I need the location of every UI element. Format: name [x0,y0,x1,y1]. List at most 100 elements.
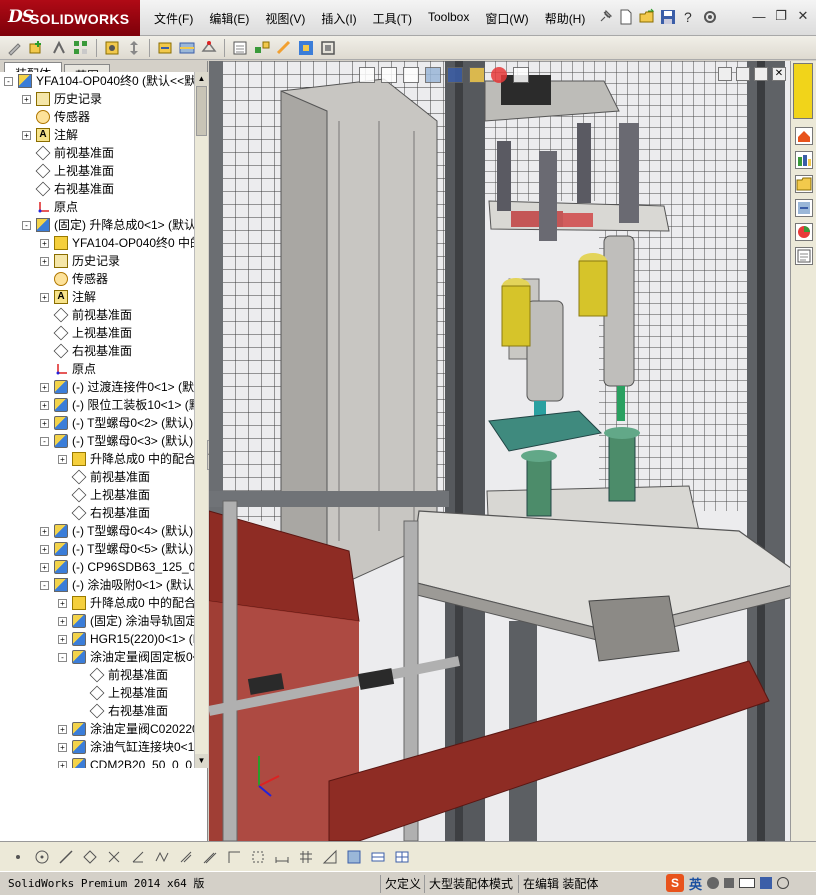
collapse-node-icon[interactable]: - [22,221,31,230]
sogou-ime-logo[interactable]: S [666,874,684,892]
scroll-thumb[interactable] [196,86,207,136]
expand-node-icon[interactable]: + [22,95,31,104]
edit-component-icon[interactable] [6,39,24,57]
polygon-filter-icon[interactable] [82,849,98,865]
bill-of-materials-icon[interactable] [231,39,249,57]
expand-node-icon[interactable]: + [40,419,49,428]
new-document-icon[interactable] [617,8,635,26]
previous-view-icon[interactable] [403,67,419,83]
tree-row[interactable]: - YFA104-OP040终0 (默认<<默认 [0,72,194,90]
expand-node-icon[interactable]: + [58,761,67,768]
tree-row[interactable]: - (-) T型螺母0<3> (默认) [0,432,194,450]
view-orientation-icon[interactable] [447,67,463,83]
restore-icon[interactable]: ❐ [772,7,790,25]
ime-skin-icon[interactable] [760,877,773,889]
explode-line-sketch-icon[interactable] [275,39,293,57]
line-filter-icon[interactable] [58,849,74,865]
scroll-up-arrow-icon[interactable]: ▲ [195,72,208,86]
smart-fasteners-icon[interactable] [103,39,121,57]
vertex-filter-icon[interactable] [178,849,194,865]
tree-row[interactable]: 上视基准面 [0,162,194,180]
tree-row[interactable]: 右视基准面 [0,504,194,522]
tree-row[interactable]: - (-) 涂油吸附0<1> (默认 [0,576,194,594]
viewport-close-icon[interactable]: ✕ [772,67,786,81]
angle-filter-icon[interactable] [130,849,146,865]
tree-row[interactable]: + YFA104-OP040终0 中的配 [0,234,194,252]
clearance-verification-icon[interactable] [319,39,337,57]
menu-tools[interactable]: 工具(T) [365,10,420,27]
task-pane-yellow-tab[interactable] [793,63,813,119]
ime-keyboard-icon[interactable] [739,878,756,888]
tree-row[interactable]: + A 注解 [0,126,194,144]
help-icon[interactable]: ? [680,8,698,26]
component-pattern-icon[interactable] [72,39,90,57]
bounding-box-filter-icon[interactable] [250,849,266,865]
tree-row[interactable]: + (-) T型螺母0<2> (默认) [0,414,194,432]
expand-node-icon[interactable]: + [40,401,49,410]
minimize-icon[interactable]: — [750,7,768,25]
tree-row[interactable]: + A 注解 [0,288,194,306]
tree-row[interactable]: + (固定) 涂油导轨固定 [0,612,194,630]
expand-node-icon[interactable]: + [40,383,49,392]
expand-node-icon[interactable]: + [40,239,49,248]
corner-filter-icon[interactable] [226,849,242,865]
expand-node-icon[interactable]: + [58,455,67,464]
save-icon[interactable] [659,8,677,26]
tree-row[interactable]: + 涂油气缸连接块0<1> [0,738,194,756]
expand-node-icon[interactable]: + [40,527,49,536]
tree-row[interactable]: + (-) 限位工装板10<1> (默 [0,396,194,414]
tree-row[interactable]: 传感器 [0,108,194,126]
ime-moon-icon[interactable] [707,877,720,889]
menu-file[interactable]: 文件(F) [146,10,201,27]
file-explorer-folder-icon[interactable] [795,175,813,193]
table-filter-icon[interactable] [394,849,410,865]
tree-row[interactable]: + HGR15(220)0<1> (De [0,630,194,648]
expand-node-icon[interactable]: + [58,743,67,752]
exploded-view-icon[interactable] [253,39,271,57]
tree-row[interactable]: 上视基准面 [0,486,194,504]
tree-row[interactable]: + 涂油定量阀C020220<1 [0,720,194,738]
tree-row[interactable]: 前视基准面 [0,666,194,684]
expand-node-icon[interactable]: + [40,257,49,266]
ime-settings-icon[interactable] [777,877,790,889]
tree-row[interactable]: 右视基准面 [0,702,194,720]
viewport-restore-icon[interactable] [736,67,750,81]
ime-language-toggle[interactable]: 英 [689,874,702,893]
edge-filter-icon[interactable] [154,849,170,865]
cross-filter-icon[interactable] [106,849,122,865]
expand-node-icon[interactable]: + [40,545,49,554]
mate-icon[interactable] [50,39,68,57]
collapse-node-icon[interactable]: - [40,581,49,590]
solidworks-logo[interactable]: DS SOLIDWORKS [0,0,140,36]
tree-row[interactable]: + (-) T型螺母0<5> (默认) [0,540,194,558]
tree-row[interactable]: 右视基准面 [0,180,194,198]
expand-node-icon[interactable]: + [58,635,67,644]
ruler-filter-icon[interactable] [322,849,338,865]
appearances-scenes-icon[interactable] [795,223,813,241]
viewport-maximize-icon[interactable] [754,67,768,81]
scroll-down-arrow-icon[interactable]: ▼ [195,754,208,768]
view-palette-icon[interactable] [795,199,813,217]
show-hidden-components-icon[interactable] [156,39,174,57]
appearance-icon[interactable] [491,67,507,83]
tree-row[interactable]: 原点 [0,198,194,216]
tree-row[interactable]: - 涂油定量阀固定板0<1 [0,648,194,666]
menu-insert[interactable]: 插入(I) [313,10,364,27]
tree-row[interactable]: + (-) 过渡连接件0<1> (默 [0,378,194,396]
custom-properties-icon[interactable] [795,247,813,265]
collapse-node-icon[interactable]: - [58,653,67,662]
tree-row[interactable]: 前视基准面 [0,144,194,162]
expand-node-icon[interactable]: + [58,617,67,626]
point-filter-icon[interactable] [10,849,26,865]
menu-edit[interactable]: 编辑(E) [201,10,257,27]
tree-row[interactable]: + CDM2B20_50_0_0_0_0 [0,756,194,768]
tree-row[interactable]: 前视基准面 [0,306,194,324]
expand-node-icon[interactable]: + [40,293,49,302]
menu-toolbox[interactable]: Toolbox [420,10,477,27]
tree-row[interactable]: 传感器 [0,270,194,288]
tree-vertical-scrollbar[interactable]: ▲ ▼ [194,72,208,768]
close-icon[interactable]: ✕ [794,7,812,25]
interference-detection-icon[interactable] [297,39,315,57]
assembly-features-icon[interactable] [178,39,196,57]
design-library-icon[interactable] [795,151,813,169]
